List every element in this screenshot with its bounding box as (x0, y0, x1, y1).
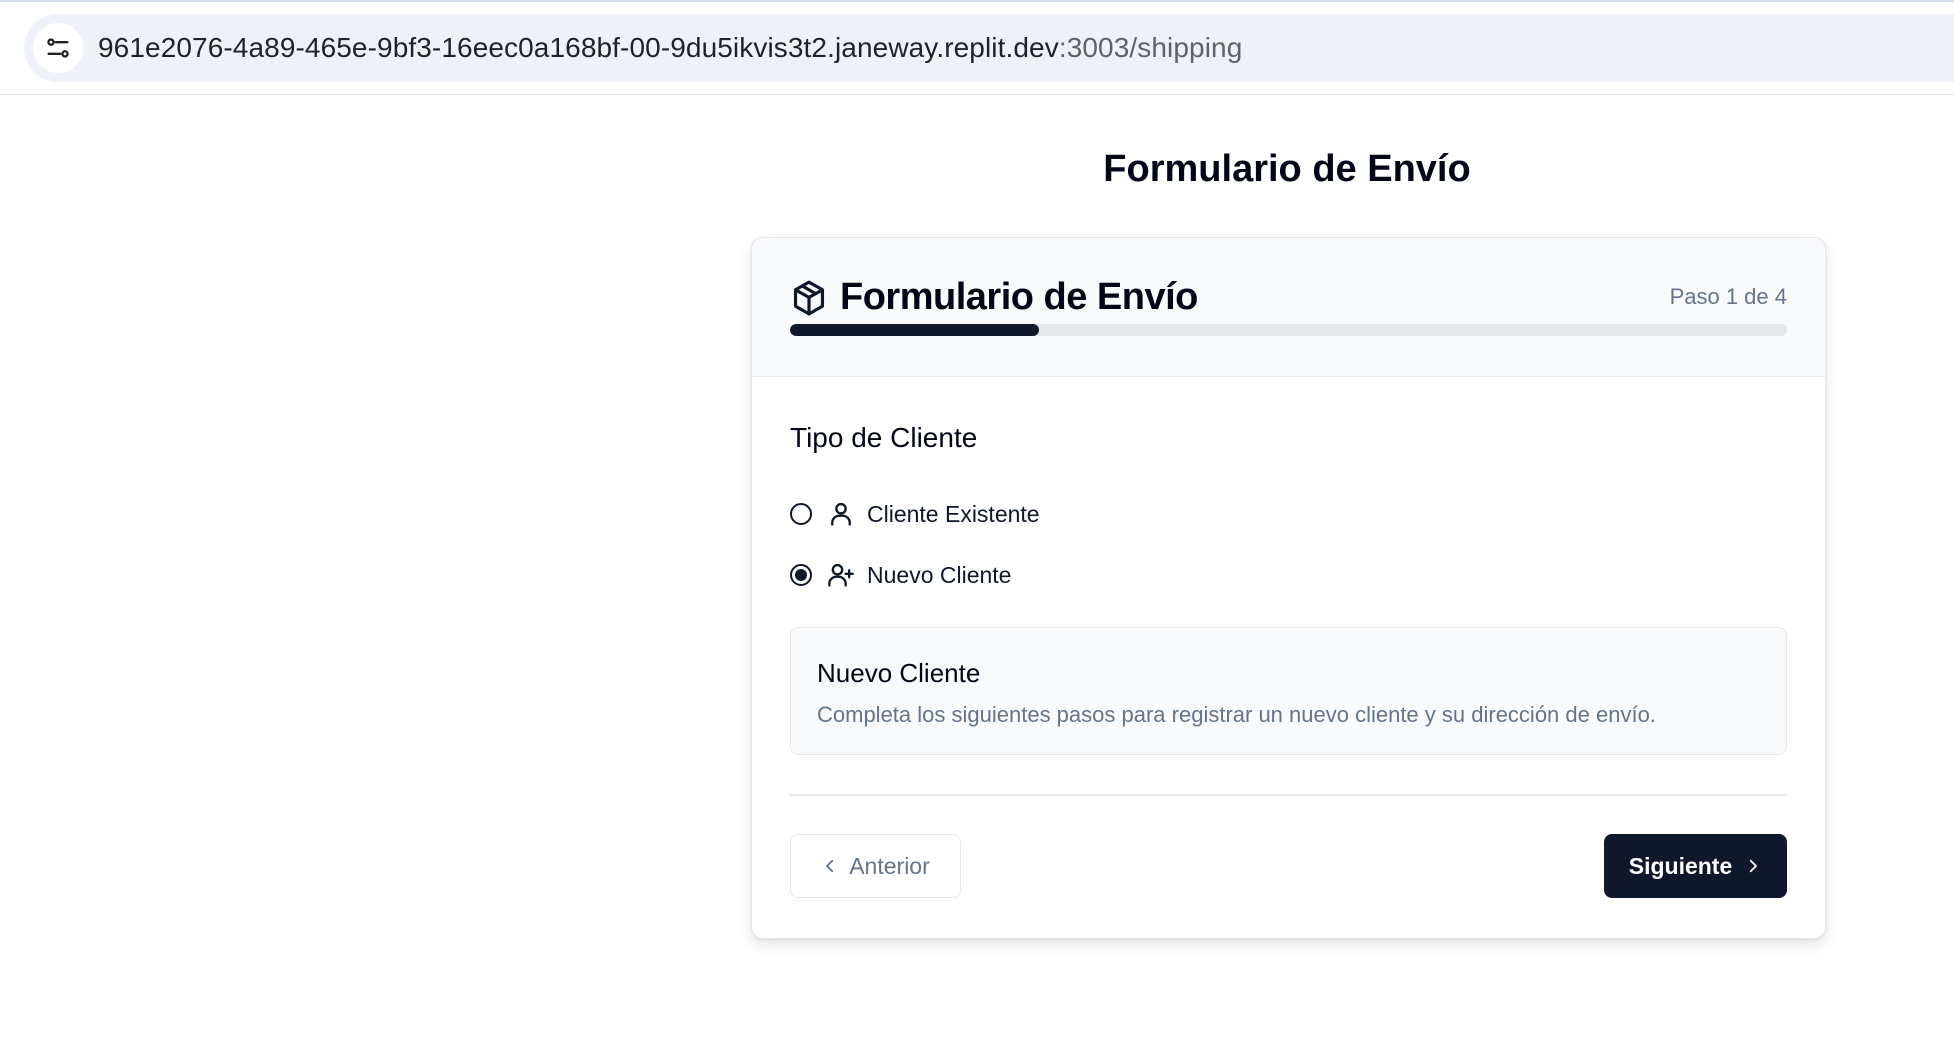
next-button[interactable]: Siguiente (1604, 834, 1787, 898)
option-label-new: Nuevo Cliente (867, 561, 1012, 588)
shipping-form-card: Formulario de Envío Paso 1 de 4 Tipo de … (751, 237, 1826, 939)
info-description: Completa los siguientes pasos para regis… (817, 702, 1656, 727)
chevron-left-icon (826, 859, 834, 873)
info-box: Nuevo Cliente Completa los siguientes pa… (790, 627, 1787, 755)
radio-new-client[interactable] (790, 564, 812, 586)
browser-top-edge (0, 0, 1954, 2)
radio-existing-client[interactable] (790, 503, 812, 525)
step-indicator: Paso 1 de 4 (1669, 284, 1787, 309)
footer-divider (790, 794, 1787, 796)
tune-icon[interactable] (33, 23, 83, 73)
previous-button-label: Anterior (849, 852, 930, 879)
card-title: Formulario de Envío (840, 276, 1198, 318)
card-title-row: Formulario de Envío (790, 276, 1198, 319)
url-host: 961e2076-4a89-465e-9bf3-16eec0a168bf-00-… (98, 32, 1059, 63)
chevron-right-icon (1750, 859, 1758, 873)
package-icon (793, 280, 825, 315)
page-title: Formulario de Envío (1103, 148, 1471, 190)
next-button-label: Siguiente (1628, 852, 1733, 879)
user-icon (831, 502, 851, 526)
previous-button[interactable]: Anterior (790, 834, 961, 898)
address-bar[interactable]: 961e2076-4a89-465e-9bf3-16eec0a168bf-00-… (24, 14, 1954, 82)
info-title: Nuevo Cliente (817, 658, 981, 688)
progress-fill (790, 324, 1040, 336)
browser-divider (0, 94, 1954, 95)
url-path: :3003/shipping (1058, 32, 1243, 63)
url-text[interactable]: 961e2076-4a89-465e-9bf3-16eec0a168bf-00-… (98, 14, 1242, 82)
progress-bar (790, 324, 1787, 336)
section-title: Tipo de Cliente (790, 422, 978, 453)
option-label-existing: Cliente Existente (867, 500, 1040, 527)
card-header: Formulario de Envío Paso 1 de 4 (752, 238, 1825, 377)
option-new-client[interactable]: Nuevo Cliente (790, 561, 1011, 589)
user-plus-icon (828, 563, 854, 587)
option-existing-client[interactable]: Cliente Existente (790, 500, 1040, 528)
